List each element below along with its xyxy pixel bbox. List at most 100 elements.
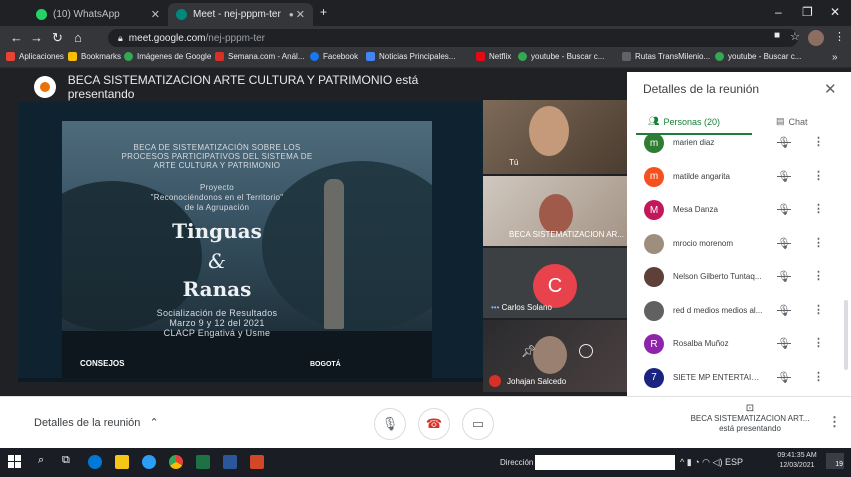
tile-self[interactable]: Tú: [483, 100, 627, 174]
star-icon: [68, 52, 77, 61]
slide-sub-1: Socialización de Resultados: [156, 308, 278, 318]
network-icon: ◔: [694, 457, 700, 467]
more-bookmarks-button[interactable]: »: [832, 52, 838, 63]
profile-avatar[interactable]: [808, 30, 824, 46]
bookmark-facebook[interactable]: Facebook: [310, 52, 358, 61]
participant-row[interactable]: Nelson Gilberto Tuntaq... 🎙︎ ⋮: [627, 264, 837, 292]
tile-presenter[interactable]: BECA SISTEMATIZACION AR...: [483, 176, 627, 246]
microphone-button[interactable]: 🎙︎: [374, 408, 406, 440]
more-options-icon[interactable]: ⋮: [813, 370, 824, 383]
search-icon[interactable]: ⌕: [38, 454, 44, 467]
participant-row[interactable]: M Mesa Danza 🎙︎ ⋮: [627, 197, 837, 225]
participant-row[interactable]: R Rosalba Muñoz 🎙︎ ⋮: [627, 331, 837, 359]
meeting-details-button[interactable]: Detalles de la reunión ⌃: [34, 416, 159, 429]
more-options-icon[interactable]: ⋮: [813, 169, 824, 182]
close-window-button[interactable]: ✕: [830, 5, 840, 19]
bookmark-netflix[interactable]: Netflix: [476, 52, 511, 61]
camera-in-use-icon[interactable]: ■: [774, 30, 780, 41]
folder-icon: [622, 52, 631, 61]
panel-scrollbar[interactable]: [844, 300, 848, 370]
presentation-status[interactable]: ⊡ BECA SISTEMATIZACION ART... está prese…: [680, 404, 820, 434]
bookmark-youtube-1[interactable]: youtube - Buscar c...: [518, 52, 604, 61]
more-options-icon[interactable]: ⋮: [828, 414, 841, 430]
close-icon[interactable]: ✕: [824, 80, 837, 98]
participant-row[interactable]: mrocio morenom 🎙︎ ⋮: [627, 231, 837, 259]
participant-name: Nelson Gilberto Tuntaq...: [673, 272, 762, 281]
remove-tile-icon[interactable]: [579, 344, 593, 358]
bookmark-noticias[interactable]: Noticias Principales...: [366, 52, 455, 61]
tab-people[interactable]: 👥︎ Personas (20): [648, 116, 720, 127]
pin-icon[interactable]: 📌︎: [521, 344, 536, 358]
tab-whatsapp[interactable]: (10) WhatsApp ✕: [28, 3, 168, 26]
tile-carlos[interactable]: C ••• Carlos Solano: [483, 248, 627, 318]
mic-off-icon[interactable]: 🎙︎: [777, 371, 791, 384]
mic-muted-icon: [489, 375, 501, 387]
tab-chat[interactable]: ▤ Chat: [776, 116, 808, 127]
participant-avatar: m: [644, 133, 664, 153]
address-bar[interactable]: 🔒︎ meet.google.com /nej-pppm-ter: [108, 29, 798, 47]
minimize-button[interactable]: –: [775, 5, 782, 19]
forward-arrow-icon[interactable]: →: [30, 30, 43, 45]
slide-project-name: "Reconociéndonos en el Territorio": [150, 193, 284, 202]
more-options-icon[interactable]: ⋮: [813, 303, 824, 316]
tile-name: ••• Carlos Solano: [491, 303, 552, 312]
powerpoint-icon[interactable]: [250, 455, 264, 469]
home-icon[interactable]: ⌂: [74, 30, 82, 45]
presenter-avatar: [34, 76, 56, 98]
more-options-icon[interactable]: ⋮: [813, 202, 824, 215]
clock[interactable]: 09:41:35 AM 12/03/2021: [772, 451, 822, 471]
bogota-logo: BOGOTÁ: [310, 361, 341, 368]
mic-off-icon[interactable]: 🎙︎: [777, 270, 791, 283]
excel-icon[interactable]: [196, 455, 210, 469]
bookmark-transmilenio[interactable]: Rutas TransMilenio...: [622, 52, 710, 61]
chrome-icon[interactable]: [169, 455, 183, 469]
participant-row[interactable]: m matilde angarita 🎙︎ ⋮: [627, 164, 837, 192]
mic-off-icon[interactable]: 🎙︎: [777, 203, 791, 216]
system-tray[interactable]: ^ ▮ ◔ ◠ ◁) ESP: [680, 457, 743, 468]
ie-icon[interactable]: [142, 455, 156, 469]
camera-button[interactable]: ▭: [462, 408, 494, 440]
close-tab-icon[interactable]: ✕: [296, 8, 305, 21]
more-options-icon[interactable]: ⋮: [813, 269, 824, 282]
mic-off-icon[interactable]: 🎙︎: [777, 237, 791, 250]
more-options-icon[interactable]: ⋮: [813, 135, 824, 148]
notifications-icon[interactable]: 19: [826, 453, 844, 469]
volume-icon: ◁): [712, 457, 723, 467]
task-view-icon[interactable]: ⧉: [62, 454, 70, 467]
leave-call-button[interactable]: ☎︎: [418, 408, 450, 440]
mic-off-icon[interactable]: 🎙︎: [777, 304, 791, 317]
url-path: /nej-pppm-ter: [205, 32, 265, 44]
participant-row[interactable]: 7 SIETE MP ENTERTAINM... 🎙︎ ⋮: [627, 365, 837, 393]
word-icon[interactable]: [223, 455, 237, 469]
file-explorer-icon[interactable]: [115, 455, 129, 469]
address-toolbar-input[interactable]: [535, 455, 675, 470]
more-options-icon[interactable]: ⋮: [813, 236, 824, 249]
tile-johajan[interactable]: 📌︎ Johajan Salcedo: [483, 320, 627, 392]
more-options-icon[interactable]: ⋮: [813, 336, 824, 349]
slide-heading-2: PROCESOS PARTICIPATIVOS DEL SISTEMA DE: [121, 152, 313, 161]
new-tab-button[interactable]: +: [320, 5, 327, 19]
bookmark-google-images[interactable]: Imágenes de Google: [124, 52, 211, 61]
mic-off-icon[interactable]: 🎙︎: [777, 170, 791, 183]
news-icon: [366, 52, 375, 61]
bookmark-semana[interactable]: Semana.com - Anál...: [215, 52, 304, 61]
reload-icon[interactable]: ↻: [52, 30, 63, 46]
mic-off-icon[interactable]: 🎙︎: [777, 337, 791, 350]
start-windows-icon[interactable]: [8, 455, 21, 468]
close-tab-icon[interactable]: ✕: [151, 8, 160, 21]
url-host: meet.google.com: [128, 32, 206, 44]
edge-icon[interactable]: [88, 455, 102, 469]
star-icon[interactable]: ☆: [790, 30, 800, 43]
tab-meet[interactable]: Meet - nej-pppm-ter ● ✕: [168, 3, 313, 26]
bookmark-youtube-2[interactable]: youtube - Buscar c...: [715, 52, 801, 61]
chevron-up-icon: ^: [680, 457, 685, 467]
recording-dot-icon: ●: [288, 10, 294, 19]
maximize-button[interactable]: ❐: [802, 5, 813, 19]
back-arrow-icon[interactable]: ←: [10, 30, 23, 45]
participant-row[interactable]: red d medios medios al... 🎙︎ ⋮: [627, 298, 837, 326]
participant-row[interactable]: m marien diaz 🎙︎ ⋮: [627, 130, 837, 158]
bookmark-bookmarks[interactable]: Bookmarks: [68, 52, 121, 61]
mic-off-icon[interactable]: 🎙︎: [777, 136, 791, 149]
menu-kebab-icon[interactable]: ⋮: [834, 30, 845, 43]
bookmark-apps[interactable]: Aplicaciones: [6, 52, 64, 61]
